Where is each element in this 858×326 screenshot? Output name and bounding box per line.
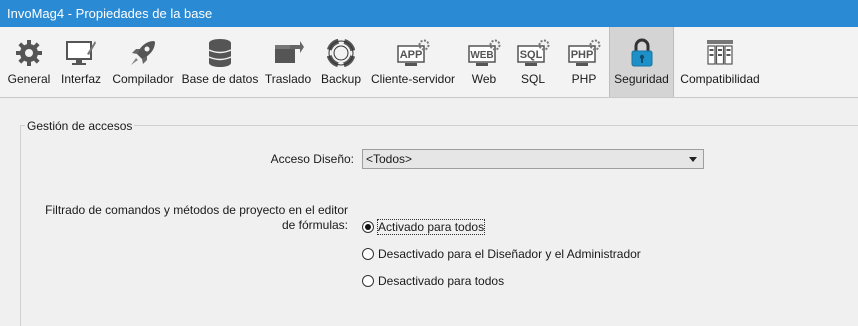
lifebuoy-icon xyxy=(324,38,358,68)
box-arrow-icon xyxy=(271,38,305,68)
radio-disabled-all[interactable]: Desactivado para todos xyxy=(362,272,504,290)
lock-icon xyxy=(625,38,659,68)
tab-base-de-datos[interactable]: Base de datos xyxy=(181,27,259,97)
radio-button[interactable] xyxy=(362,248,374,260)
database-icon xyxy=(203,38,237,68)
filter-label-line2: de fórmulas: xyxy=(281,218,348,232)
window-title: InvoMag4 - Propiedades de la base xyxy=(0,0,858,27)
radio-disabled-designer-admin[interactable]: Desactivado para el Diseñador y el Admin… xyxy=(362,245,641,263)
tab-general[interactable]: General xyxy=(4,27,54,97)
tab-php[interactable]: PHP PHP xyxy=(562,27,606,97)
monitor-pencil-icon xyxy=(64,38,98,68)
design-access-label: Acceso Diseño: xyxy=(270,152,354,166)
tab-seguridad[interactable]: Seguridad xyxy=(609,27,674,97)
app-gear-icon: APP xyxy=(396,38,430,68)
design-access-value: <Todos> xyxy=(366,152,413,166)
toolbar: General Interfaz Compilador Base de dato… xyxy=(0,27,858,98)
chevron-down-icon xyxy=(689,157,697,162)
tab-label: Web xyxy=(471,72,497,86)
tab-backup[interactable]: Backup xyxy=(317,27,365,97)
svg-text:WEB: WEB xyxy=(470,50,493,61)
svg-text:SQL: SQL xyxy=(520,49,543,61)
tab-web[interactable]: WEB Web xyxy=(462,27,506,97)
tab-interfaz[interactable]: Interfaz xyxy=(56,27,106,97)
radio-label: Desactivado para todos xyxy=(378,274,505,288)
tab-label: Compatibilidad xyxy=(680,72,760,86)
tab-label: Backup xyxy=(320,72,362,86)
tab-label: Interfaz xyxy=(60,72,102,86)
tab-traslado[interactable]: Traslado xyxy=(263,27,313,97)
tab-cliente-servidor[interactable]: APP Cliente-servidor xyxy=(368,27,458,97)
radio-enabled-all[interactable]: Activado para todos xyxy=(362,218,486,236)
radio-label: Activado para todos xyxy=(376,219,486,235)
web-gear-icon: WEB xyxy=(467,38,501,68)
sql-gear-icon: SQL xyxy=(516,38,550,68)
php-gear-icon: PHP xyxy=(567,38,601,68)
server-rack-icon xyxy=(703,38,737,68)
radio-button[interactable] xyxy=(362,275,374,287)
svg-text:PHP: PHP xyxy=(571,49,594,61)
tab-label: Compilador xyxy=(112,72,174,86)
tab-label: Base de datos xyxy=(181,72,259,86)
radio-label: Desactivado para el Diseñador y el Admin… xyxy=(378,247,641,261)
rocket-icon xyxy=(126,38,160,68)
access-group-title: Gestión de accesos xyxy=(25,119,135,133)
tab-label: Traslado xyxy=(264,72,312,86)
design-access-select[interactable]: <Todos> xyxy=(362,149,704,169)
svg-text:APP: APP xyxy=(400,49,423,61)
tab-compilador[interactable]: Compilador xyxy=(108,27,178,97)
tab-label: Seguridad xyxy=(614,72,669,86)
radio-button[interactable] xyxy=(362,221,374,233)
tab-label: SQL xyxy=(520,72,545,86)
tab-sql[interactable]: SQL SQL xyxy=(511,27,555,97)
tab-label: Cliente-servidor xyxy=(370,72,456,86)
tab-label: PHP xyxy=(571,72,597,86)
filter-label-line1: Filtrado de comandos y métodos de proyec… xyxy=(45,203,348,217)
tab-compatibilidad[interactable]: Compatibilidad xyxy=(678,27,762,97)
tab-label: General xyxy=(7,72,51,86)
gear-icon xyxy=(12,38,46,68)
